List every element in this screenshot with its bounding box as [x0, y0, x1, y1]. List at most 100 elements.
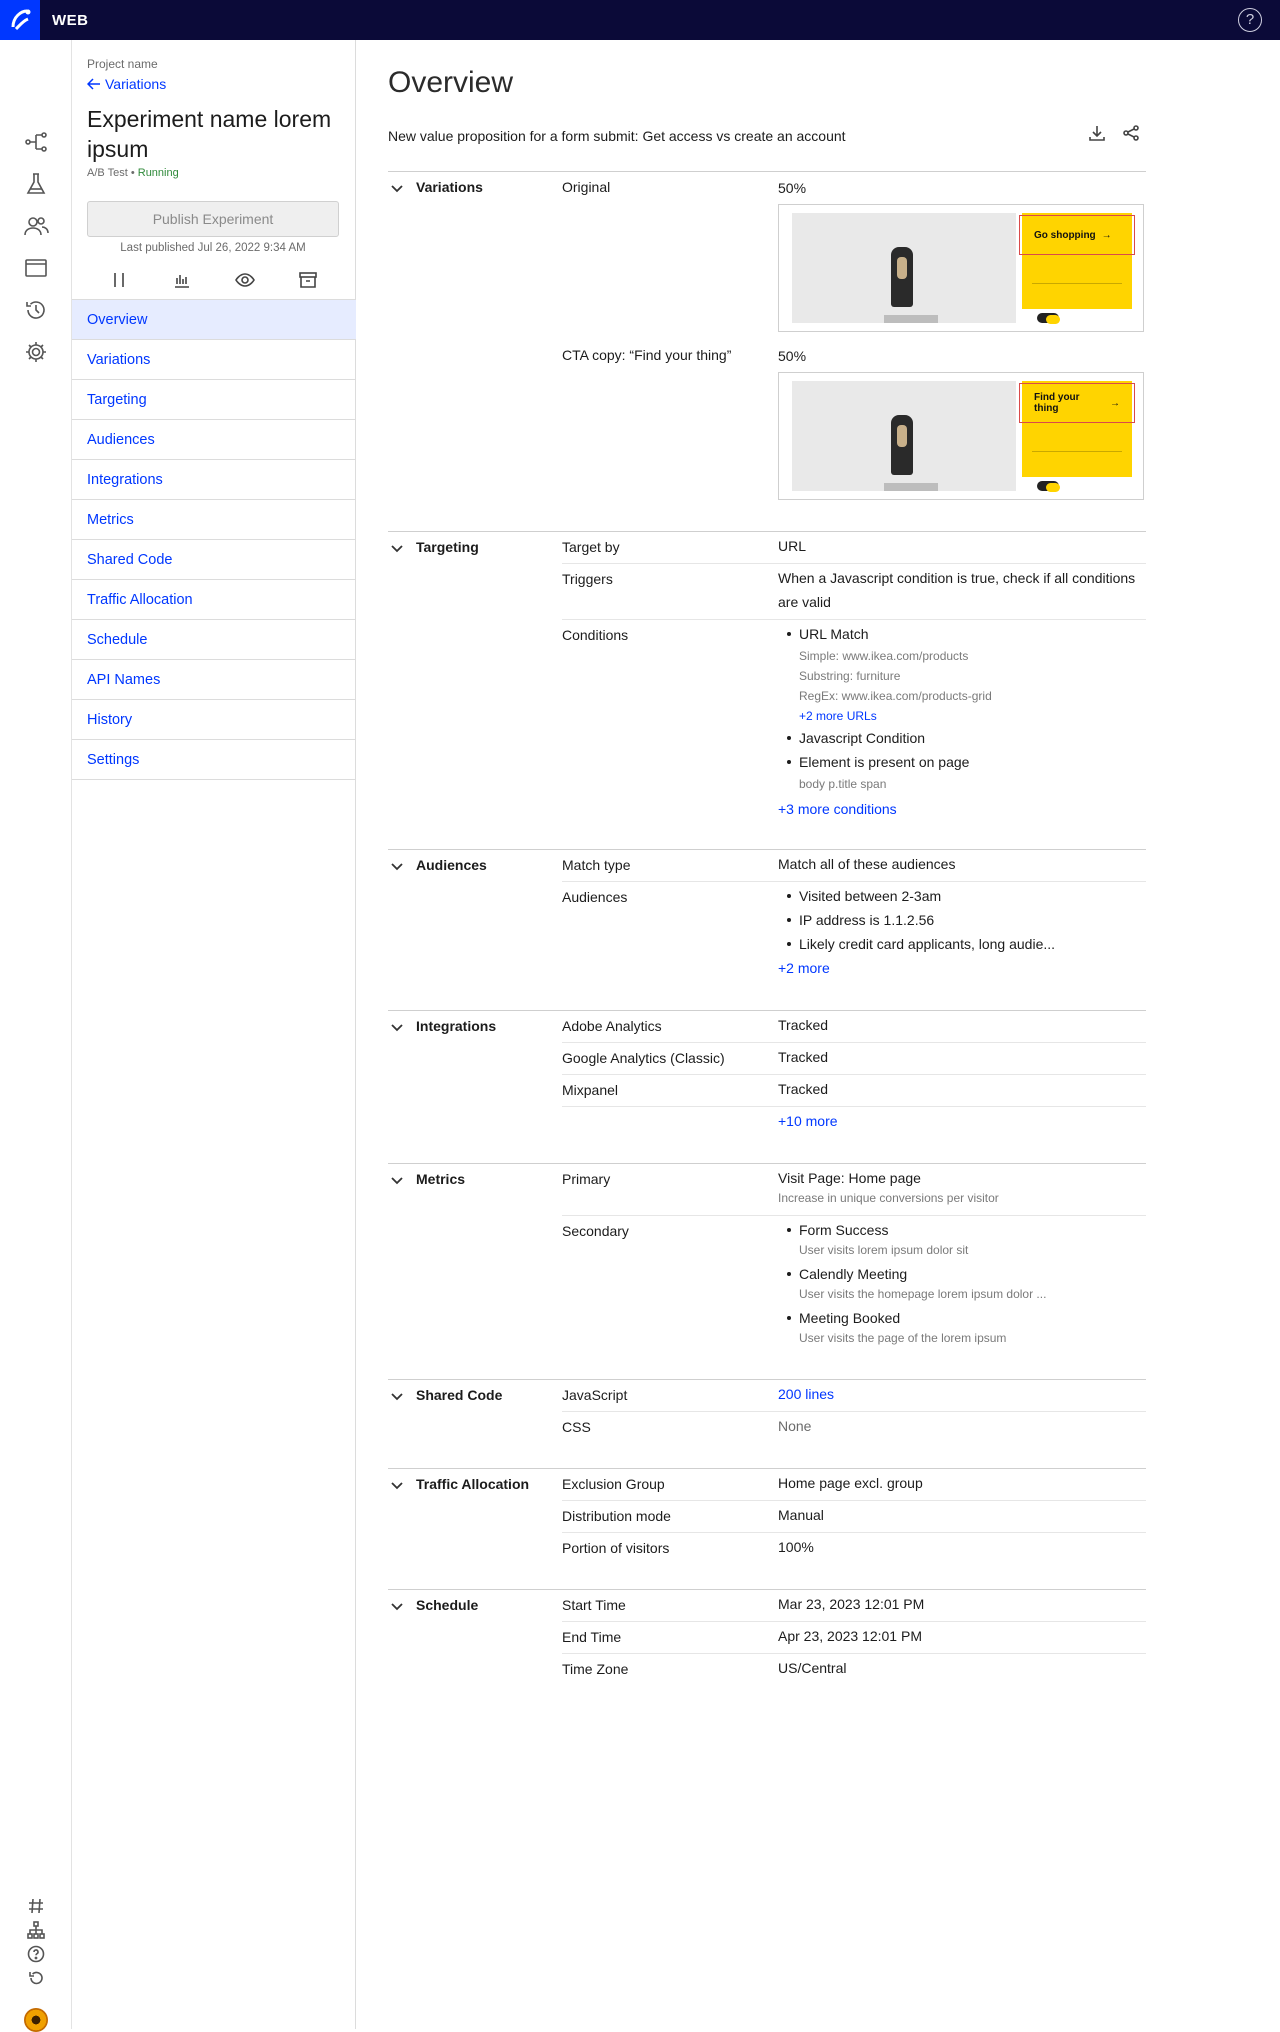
section-header-integrations[interactable]: Integrations	[388, 1011, 558, 1036]
distribution-mode-row: Distribution mode Manual	[562, 1501, 1146, 1533]
nav-item-integrations[interactable]: Integrations	[72, 460, 356, 500]
chevron-down-icon[interactable]	[388, 1171, 406, 1189]
row-label: Exclusion Group	[562, 1476, 665, 1492]
section-header-metrics[interactable]: Metrics	[388, 1164, 558, 1189]
section-header-audiences[interactable]: Audiences	[388, 850, 558, 875]
section-header-variations[interactable]: Variations	[388, 172, 558, 197]
section-variations: Variations Original 50% Go shopping → CTA…	[388, 171, 1146, 531]
nav-item-schedule[interactable]: Schedule	[72, 620, 356, 660]
chevron-down-icon[interactable]	[388, 539, 406, 557]
nav-item-api-names[interactable]: API Names	[72, 660, 356, 700]
logo-icon	[11, 9, 31, 31]
preview-base	[884, 315, 938, 323]
results-chart-icon[interactable]	[172, 270, 192, 295]
chevron-down-icon[interactable]	[388, 857, 406, 875]
chevron-down-icon[interactable]	[388, 179, 406, 197]
nav-item-shared-code[interactable]: Shared Code	[72, 540, 356, 580]
publish-experiment-button[interactable]: Publish Experiment	[87, 201, 339, 237]
audiences-people-icon[interactable]	[22, 212, 50, 240]
audience-item: IP address is 1.1.2.56	[778, 908, 1143, 932]
download-icon[interactable]	[1088, 124, 1106, 147]
section-title: Traffic Allocation	[416, 1476, 530, 1492]
experiment-name: Experiment name lorem ipsum	[87, 106, 332, 162]
nav-item-history[interactable]: History	[72, 700, 356, 740]
preview-divider	[1032, 451, 1122, 452]
row-value: US/Central	[778, 1660, 847, 1676]
section-header-schedule[interactable]: Schedule	[388, 1590, 558, 1615]
audience-item: Likely credit card applicants, long audi…	[778, 932, 1143, 956]
chevron-down-icon[interactable]	[388, 1387, 406, 1405]
more-conditions-link[interactable]: +3 more conditions	[778, 797, 1143, 821]
condition-name: URL Match	[799, 626, 869, 642]
row-label: Portion of visitors	[562, 1540, 670, 1556]
integration-row: Google Analytics (Classic) Tracked	[562, 1043, 1146, 1075]
row-label: Secondary	[562, 1223, 629, 1239]
metric-item: Calendly Meeting User visits the homepage…	[778, 1262, 1143, 1302]
condition-item: URL Match Simple: www.ikea.com/products …	[778, 622, 1143, 726]
more-audiences-link[interactable]: +2 more	[778, 956, 1143, 980]
row-label: Start Time	[562, 1597, 626, 1613]
variation-name: Original	[562, 179, 611, 195]
chevron-down-icon[interactable]	[388, 1476, 406, 1494]
nav-item-audiences[interactable]: Audiences	[72, 420, 356, 460]
javascript-lines-link[interactable]: 200 lines	[778, 1382, 1143, 1406]
nav-item-variations[interactable]: Variations	[72, 340, 356, 380]
match-type-row: Match type Match all of these audiences	[562, 850, 1146, 882]
variation-preview[interactable]: Find your thing →	[778, 372, 1144, 500]
section-header-traffic-allocation[interactable]: Traffic Allocation	[388, 1469, 558, 1494]
row-label: Match type	[562, 857, 631, 873]
browser-window-icon[interactable]	[22, 254, 50, 282]
undo-icon[interactable]	[22, 1964, 50, 1992]
section-header-targeting[interactable]: Targeting	[388, 532, 558, 557]
nav-item-metrics[interactable]: Metrics	[72, 500, 356, 540]
metric-name: Form Success	[799, 1222, 889, 1238]
experiment-sidebar: Project name Variations Experiment name …	[72, 40, 356, 2029]
variation-preview[interactable]: Go shopping →	[778, 204, 1144, 332]
back-link-label[interactable]: Variations	[105, 76, 166, 92]
row-value: Home page excl. group	[778, 1475, 923, 1491]
row-label: CSS	[562, 1419, 591, 1435]
settings-gear-icon[interactable]	[22, 338, 50, 366]
share-icon[interactable]	[1122, 124, 1140, 147]
experiments-flask-icon[interactable]	[22, 170, 50, 198]
app-logo[interactable]	[0, 0, 40, 40]
section-audiences: Audiences Match type Match all of these …	[388, 849, 1146, 1010]
secondary-metrics-list: Form Success User visits lorem ipsum dolo…	[778, 1218, 1143, 1346]
nav-item-traffic-allocation[interactable]: Traffic Allocation	[72, 580, 356, 620]
css-row: CSS None	[562, 1412, 1146, 1444]
help-icon[interactable]: ?	[1238, 8, 1262, 32]
last-published-text: Last published Jul 26, 2022 9:34 AM	[120, 242, 306, 254]
archive-icon[interactable]	[298, 270, 318, 295]
nav-item-overview[interactable]: Overview	[72, 300, 356, 340]
more-integrations-link[interactable]: +10 more	[778, 1109, 1143, 1133]
chevron-down-icon[interactable]	[388, 1597, 406, 1615]
history-icon[interactable]	[22, 296, 50, 324]
user-avatar[interactable]	[24, 2008, 48, 2032]
experiment-description: New value proposition for a form submit:…	[388, 128, 846, 144]
left-rail	[0, 40, 72, 2032]
integration-row: Mixpanel Tracked	[562, 1075, 1146, 1107]
row-value: Apr 23, 2023 12:01 PM	[778, 1628, 922, 1644]
pause-icon[interactable]	[109, 270, 129, 295]
conditions-row: Conditions URL Match Simple: www.ikea.co…	[562, 620, 1146, 840]
row-label: Time Zone	[562, 1661, 629, 1677]
row-label: JavaScript	[562, 1387, 628, 1403]
page-actions	[1088, 124, 1140, 147]
preview-eye-icon[interactable]	[234, 270, 255, 295]
exclusion-group-row: Exclusion Group Home page excl. group	[562, 1469, 1146, 1501]
preview-base	[884, 483, 938, 491]
more-urls-link[interactable]: +2 more URLs	[799, 706, 1143, 726]
audience-item: Visited between 2-3am	[778, 884, 1143, 908]
nav-item-targeting[interactable]: Targeting	[72, 380, 356, 420]
row-value: None	[778, 1418, 812, 1434]
flows-icon[interactable]	[22, 128, 50, 156]
variation-split: 50%	[778, 348, 807, 364]
section-shared-code: Shared Code JavaScript 200 lines CSS Non…	[388, 1379, 1146, 1468]
nav-item-settings[interactable]: Settings	[72, 740, 356, 780]
back-link[interactable]: Variations	[87, 76, 166, 92]
section-header-shared-code[interactable]: Shared Code	[388, 1380, 558, 1405]
target-by-row: Target by URL	[562, 532, 1146, 564]
preview-cta-label: Find your thing	[1034, 392, 1080, 414]
variation-row: Original 50% Go shopping →	[562, 172, 1146, 340]
chevron-down-icon[interactable]	[388, 1018, 406, 1036]
